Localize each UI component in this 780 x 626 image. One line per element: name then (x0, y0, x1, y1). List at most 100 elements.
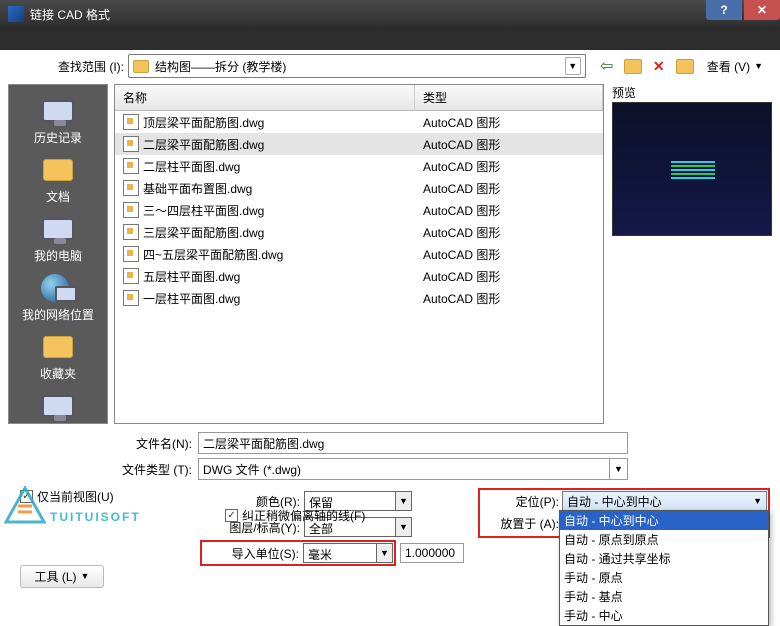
filetype-combo[interactable]: DWG 文件 (*.dwg) ▼ (198, 458, 628, 480)
close-button[interactable]: ✕ (744, 0, 780, 20)
chevron-down-icon: ▼ (754, 62, 763, 71)
help-button[interactable]: ? (706, 0, 742, 20)
file-name: 五层柱平面图.dwg (143, 268, 240, 285)
file-name: 基础平面布置图.dwg (143, 180, 252, 197)
positioning-combo[interactable]: 自动 - 中心到中心 ▼ (562, 491, 767, 511)
views-dropdown[interactable]: 查看 (V) ▼ (700, 55, 770, 78)
positioning-dropdown-list[interactable]: 自动 - 中心到中心自动 - 原点到原点自动 - 通过共享坐标手动 - 原点手动… (559, 510, 769, 626)
lookin-row: 查找范围 (I): 结构图——拆分 (教学楼) ▼ ⇦ ✕ 查看 (V) ▼ (0, 50, 780, 84)
file-name: 顶层梁平面配筋图.dwg (143, 114, 264, 131)
main-area: 历史记录 文档 我的电脑 我的网络位置 收藏夹 名称 类型 顶层梁平面配筋图.d… (0, 84, 780, 424)
watermark-text: TUITUISOFT (50, 510, 141, 524)
filename-input[interactable]: 二层梁平面配筋图.dwg (198, 432, 628, 454)
tools-dropdown[interactable]: 工具 (L) ▼ (20, 565, 104, 588)
delete-button[interactable]: ✕ (648, 55, 670, 77)
place-computer[interactable]: 我的电脑 (16, 211, 100, 268)
positioning-option[interactable]: 自动 - 中心到中心 (560, 511, 768, 530)
file-name: 三层梁平面配筋图.dwg (143, 224, 264, 241)
place-history[interactable]: 历史记录 (16, 93, 100, 150)
positioning-label: 定位(P): (481, 491, 559, 510)
dwg-file-icon (123, 180, 139, 196)
dwg-file-icon (123, 114, 139, 130)
chevron-down-icon[interactable]: ▼ (396, 491, 412, 511)
file-row[interactable]: 一层柱平面图.dwgAutoCAD 图形 (115, 287, 603, 309)
file-name: 三～四层柱平面图.dwg (143, 202, 264, 219)
app-icon (8, 6, 24, 22)
chevron-down-icon[interactable]: ▼ (565, 57, 581, 75)
preview-drawing-thumb (671, 161, 715, 183)
file-row[interactable]: 二层梁平面配筋图.dwg AutoCAD 图形 (115, 133, 603, 155)
file-fields: 文件名(N): 二层梁平面配筋图.dwg 文件类型 (T): DWG 文件 (*… (114, 430, 780, 482)
file-list-body[interactable]: 顶层梁平面配筋图.dwgAutoCAD 图形二层梁平面配筋图.dwgAutoCA… (115, 111, 603, 423)
tools-label: 工具 (L) (35, 568, 77, 585)
place-desktop[interactable] (16, 388, 100, 428)
filetype-label: 文件类型 (T): (114, 461, 194, 478)
place-network[interactable]: 我的网络位置 (16, 270, 100, 327)
back-button[interactable]: ⇦ (596, 55, 618, 77)
watermark: TUITUISOFT (4, 486, 141, 524)
file-row[interactable]: 二层柱平面图.dwg AutoCAD 图形 (115, 155, 603, 177)
file-row[interactable]: 四~五层梁平面配筋图.dwgAutoCAD 图形 (115, 243, 603, 265)
file-type: AutoCAD 图形 (415, 202, 603, 219)
dwg-file-icon (123, 158, 139, 174)
file-name: 二层柱平面图.dwg (143, 158, 240, 175)
arrow-left-icon: ⇦ (600, 56, 613, 76)
file-type: AutoCAD 图形 (415, 158, 603, 175)
monitor-icon (42, 395, 74, 417)
dwg-file-icon (123, 268, 139, 284)
place-favorites[interactable]: 收藏夹 (16, 329, 100, 386)
chevron-down-icon[interactable]: ▼ (610, 458, 628, 480)
positioning-option[interactable]: 手动 - 中心 (560, 606, 768, 625)
correct-lines-checkbox[interactable]: ✓ 纠正稍微偏离轴的线(F) (225, 507, 365, 524)
lookin-combo[interactable]: 结构图——拆分 (教学楼) ▼ (128, 54, 586, 78)
positioning-option[interactable]: 手动 - 基点 (560, 587, 768, 606)
chevron-down-icon[interactable]: ▼ (396, 517, 412, 537)
folder-icon (43, 336, 73, 358)
file-type: AutoCAD 图形 (415, 136, 603, 153)
places-bar: 历史记录 文档 我的电脑 我的网络位置 收藏夹 (8, 84, 108, 424)
chevron-down-icon[interactable]: ▼ (377, 543, 393, 563)
correct-lines-label: 纠正稍微偏离轴的线(F) (242, 507, 365, 524)
file-row[interactable]: 基础平面布置图.dwg AutoCAD 图形 (115, 177, 603, 199)
file-type: AutoCAD 图形 (415, 180, 603, 197)
units-combo[interactable]: 毫米 ▼ (303, 543, 393, 563)
monitor-icon (42, 100, 74, 122)
filetype-value: DWG 文件 (*.dwg) (198, 458, 610, 480)
file-row[interactable]: 三层梁平面配筋图.dwgAutoCAD 图形 (115, 221, 603, 243)
place-documents[interactable]: 文档 (16, 152, 100, 209)
column-header-name[interactable]: 名称 (115, 85, 415, 110)
units-label: 导入单位(S): (203, 545, 299, 562)
place-label: 我的网络位置 (16, 306, 100, 323)
dwg-file-icon (123, 290, 139, 306)
new-folder-button[interactable] (674, 55, 696, 77)
file-row[interactable]: 五层柱平面图.dwg AutoCAD 图形 (115, 265, 603, 287)
units-factor-field[interactable]: 1.000000 (400, 543, 464, 563)
header-strip (0, 28, 780, 50)
views-label: 查看 (V) (707, 58, 750, 75)
file-name: 二层梁平面配筋图.dwg (143, 136, 264, 153)
file-type: AutoCAD 图形 (415, 268, 603, 285)
checkbox-icon: ✓ (225, 509, 238, 522)
file-row[interactable]: 三～四层柱平面图.dwg AutoCAD 图形 (115, 199, 603, 221)
window-title: 链接 CAD 格式 (30, 6, 110, 23)
folder-icon (676, 59, 694, 74)
dwg-file-icon (123, 136, 139, 152)
up-folder-button[interactable] (622, 55, 644, 77)
place-label: 历史记录 (16, 129, 100, 146)
filename-label: 文件名(N): (114, 435, 194, 452)
positioning-option[interactable]: 手动 - 原点 (560, 568, 768, 587)
place-label: 收藏夹 (16, 365, 100, 382)
placeat-label: 放置于 (A): (481, 513, 559, 532)
file-list: 名称 类型 顶层梁平面配筋图.dwgAutoCAD 图形二层梁平面配筋图.dwg… (114, 84, 604, 424)
folder-up-icon (624, 59, 642, 74)
preview-pane: 预览 (612, 84, 772, 424)
lookin-label: 查找范围 (I): (10, 58, 128, 75)
folder-icon (43, 159, 73, 181)
positioning-option[interactable]: 自动 - 通过共享坐标 (560, 549, 768, 568)
preview-box (612, 102, 772, 236)
file-name: 四~五层梁平面配筋图.dwg (143, 246, 283, 263)
column-header-type[interactable]: 类型 (415, 85, 603, 110)
file-row[interactable]: 顶层梁平面配筋图.dwgAutoCAD 图形 (115, 111, 603, 133)
positioning-option[interactable]: 自动 - 原点到原点 (560, 530, 768, 549)
preview-label: 预览 (612, 84, 772, 102)
